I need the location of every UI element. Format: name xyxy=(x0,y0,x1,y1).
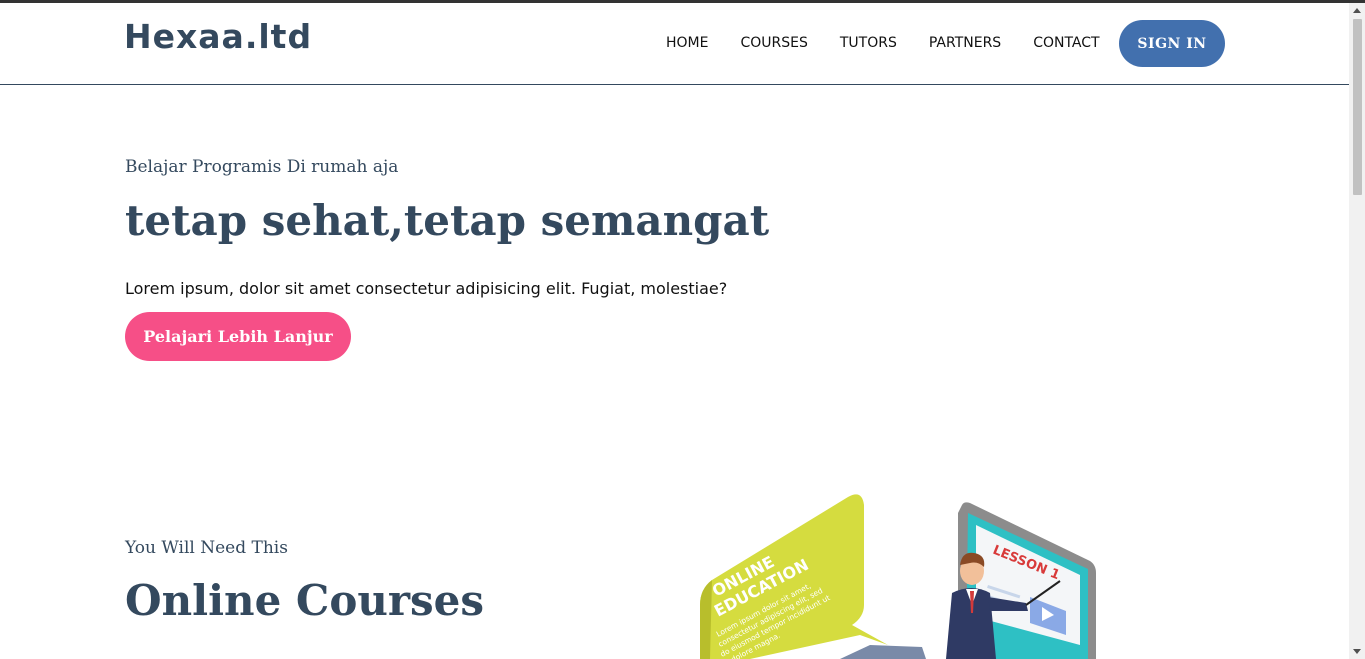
scrollbar-thumb[interactable] xyxy=(1353,19,1362,195)
speech-bubble: ONLINE EDUCATION Lorem ipsum dolor sit a… xyxy=(700,494,888,659)
hero-description: Lorem ipsum, dolor sit amet consectetur … xyxy=(125,279,728,298)
nav-tutors[interactable]: TUTORS xyxy=(840,34,897,52)
hero-title: tetap sehat,tetap semangat xyxy=(125,196,770,245)
page-scrollbar[interactable] xyxy=(1349,3,1365,659)
learn-more-button[interactable]: Pelajari Lebih Lanjur xyxy=(125,312,351,361)
main-nav: HOME COURSES TUTORS PARTNERS CONTACT xyxy=(666,34,1132,52)
brand-logo[interactable]: Hexaa.ltd xyxy=(124,17,312,56)
platform-edge xyxy=(840,645,926,659)
scroll-down-icon[interactable] xyxy=(1353,649,1361,654)
courses-title: Online Courses xyxy=(125,576,485,625)
nav-contact[interactable]: CONTACT xyxy=(1033,34,1099,52)
online-education-illustration: ONLINE EDUCATION Lorem ipsum dolor sit a… xyxy=(700,494,1096,659)
nav-partners[interactable]: PARTNERS xyxy=(929,34,1001,52)
site-header: Hexaa.ltd HOME COURSES TUTORS PARTNERS C… xyxy=(0,3,1349,85)
hero-subtitle: Belajar Programis Di rumah aja xyxy=(125,157,399,177)
nav-home[interactable]: HOME xyxy=(666,34,708,52)
nav-courses[interactable]: COURSES xyxy=(740,34,807,52)
scroll-up-icon[interactable] xyxy=(1353,8,1361,13)
sign-in-button[interactable]: SIGN IN xyxy=(1119,20,1225,67)
courses-subtitle: You Will Need This xyxy=(125,538,288,558)
